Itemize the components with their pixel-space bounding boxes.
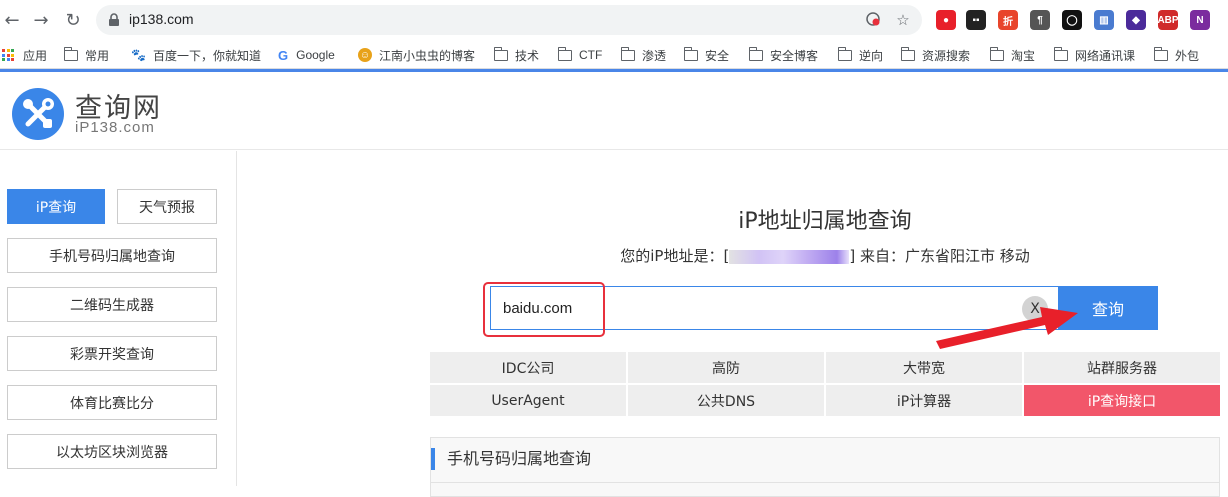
folder-icon (684, 46, 698, 61)
your-ip-location: ] 来自：广东省阳江市 移动 (849, 247, 1030, 265)
address-bar[interactable]: ip138.com ☆ (96, 5, 922, 35)
bookmark-star-icon[interactable]: ☆ (894, 11, 912, 29)
bookmark-label: 百度一下，你就知道 (152, 48, 261, 63)
bookmark-label: 江南小虫虫的博客 (379, 48, 476, 63)
bookmark-label: 技术 (515, 48, 540, 63)
bookmarks-bar: 应用 常用 🐾 百度一下，你就知道 G Google ☺ 江南小虫虫的博客 技术 CTF 渗透 安全 安… (0, 40, 1228, 69)
sidebar-item-ethereum[interactable]: 以太坊区块浏览器 (7, 434, 217, 469)
bookmark-label: 渗透 (642, 48, 667, 63)
link-ip-calculator[interactable]: iP计算器 (826, 385, 1022, 416)
link-ip-api[interactable]: iP查询接口 (1024, 385, 1220, 416)
arrow-right-icon: → (33, 9, 49, 31)
bookmark-label: 淘宝 (1011, 48, 1036, 63)
section-title: 手机号码归属地查询 (431, 448, 591, 470)
pilcrow-icon[interactable]: ¶ (1030, 10, 1050, 30)
tab-ip-query[interactable]: iP查询 (7, 189, 105, 224)
reload-button[interactable]: ↻ (61, 8, 85, 32)
google-icon: G (278, 47, 289, 63)
cube-icon[interactable]: ◆ (1126, 10, 1146, 30)
bookmark-12[interactable]: 淘宝 (990, 46, 1035, 64)
your-ip-info: 您的iP地址是：[ ] 来自：广东省阳江市 移动 (430, 245, 1220, 266)
site-subtitle: iP138.com (75, 119, 155, 136)
bookmark-label: 逆向 (859, 48, 884, 63)
logo-wrench-icon[interactable] (12, 88, 64, 140)
tampermonkey-icon[interactable]: ▪▪ (966, 10, 986, 30)
bookmark-9[interactable]: 安全博客 (749, 46, 818, 64)
section-divider (431, 482, 1219, 483)
ublock-icon[interactable]: ● (936, 10, 956, 30)
site-header: 查询网 iP138.com (0, 72, 1228, 150)
folder-icon (901, 46, 915, 61)
bookmark-label: 资源搜索 (922, 48, 971, 63)
link-useragent[interactable]: UserAgent (430, 385, 626, 416)
baidu-paw-icon: 🐾 (131, 48, 146, 62)
folder-icon (1054, 46, 1068, 61)
blog-avatar-icon: ☺ (358, 48, 372, 62)
quick-links: IDC公司 高防 大带宽 站群服务器 UserAgent 公共DNS iP计算器… (430, 352, 1220, 417)
folder-icon (749, 46, 763, 61)
phone-lookup-section: 手机号码归属地查询 (430, 437, 1220, 497)
barcode-icon[interactable]: ▥ (1094, 10, 1114, 30)
bookmark-label: CTF (579, 48, 603, 62)
folder-icon (621, 46, 635, 61)
lock-icon (108, 13, 120, 27)
abp-icon[interactable]: ABP (1157, 10, 1179, 30)
folder-icon (64, 46, 78, 61)
onenote-icon[interactable]: N (1190, 10, 1210, 30)
folder-icon (838, 46, 852, 61)
browser-toolbar: ← → ↻ ip138.com ☆ ● ▪▪ 折 ¶ ◯ ▥ ◆ ABP N (0, 0, 1228, 40)
sidebar-item-qrcode[interactable]: 二维码生成器 (7, 287, 217, 322)
link-idc[interactable]: IDC公司 (430, 352, 626, 383)
bookmark-8[interactable]: 安全 (684, 46, 729, 64)
bookmark-label: 网络通讯课 (1075, 48, 1136, 63)
bookmark-5[interactable]: 技术 (494, 46, 539, 64)
circle-icon[interactable]: ◯ (1062, 10, 1082, 30)
tab-weather[interactable]: 天气预报 (117, 189, 217, 224)
folder-icon (990, 46, 1004, 61)
bookmark-label: 外包 (1175, 48, 1200, 63)
link-ddos-protection[interactable]: 高防 (628, 352, 824, 383)
sidebar-item-lottery[interactable]: 彩票开奖查询 (7, 336, 217, 371)
zhe-icon[interactable]: 折 (998, 10, 1018, 30)
apps-grid-icon (2, 49, 14, 61)
bookmark-10[interactable]: 逆向 (838, 46, 883, 64)
bookmark-3[interactable]: G Google (278, 46, 335, 64)
bookmark-label: Google (296, 48, 335, 62)
folder-icon (558, 46, 572, 61)
bookmark-label: 安全 (705, 48, 730, 63)
bookmark-1[interactable]: 常用 (64, 46, 109, 64)
ip-redacted (729, 249, 850, 264)
bookmark-4[interactable]: ☺ 江南小虫虫的博客 (358, 46, 475, 64)
bookmark-label: 安全博客 (770, 48, 819, 63)
page-title: iP地址归属地查询 (738, 209, 912, 234)
bookmark-11[interactable]: 资源搜索 (901, 46, 970, 64)
bookmark-13[interactable]: 网络通讯课 (1054, 46, 1135, 64)
translate-icon[interactable] (864, 11, 882, 29)
link-site-group-server[interactable]: 站群服务器 (1024, 352, 1220, 383)
link-bandwidth[interactable]: 大带宽 (826, 352, 1022, 383)
bookmark-6[interactable]: CTF (558, 46, 602, 64)
forward-button[interactable]: → (29, 8, 53, 32)
folder-icon (1154, 46, 1168, 61)
folder-icon (494, 46, 508, 61)
bookmark-14[interactable]: 外包 (1154, 46, 1199, 64)
bookmark-label: 应用 (23, 48, 48, 63)
back-button[interactable]: ← (0, 8, 24, 32)
reload-icon: ↻ (65, 9, 81, 31)
bookmark-label: 常用 (85, 48, 110, 63)
annotation-arrow-icon (936, 307, 1078, 349)
bookmark-0[interactable]: 应用 (2, 46, 47, 64)
url-text: ip138.com (129, 11, 194, 27)
sidebar-item-phone-lookup[interactable]: 手机号码归属地查询 (7, 238, 217, 273)
bookmark-7[interactable]: 渗透 (621, 46, 666, 64)
sidebar-item-sports[interactable]: 体育比赛比分 (7, 385, 217, 420)
sidebar: iP查询 天气预报 手机号码归属地查询 二维码生成器 彩票开奖查询 体育比赛比分… (0, 151, 237, 486)
arrow-left-icon: ← (4, 9, 20, 31)
bookmark-2[interactable]: 🐾 百度一下，你就知道 (131, 46, 261, 64)
your-ip-prefix: 您的iP地址是：[ (620, 247, 730, 265)
link-public-dns[interactable]: 公共DNS (628, 385, 824, 416)
